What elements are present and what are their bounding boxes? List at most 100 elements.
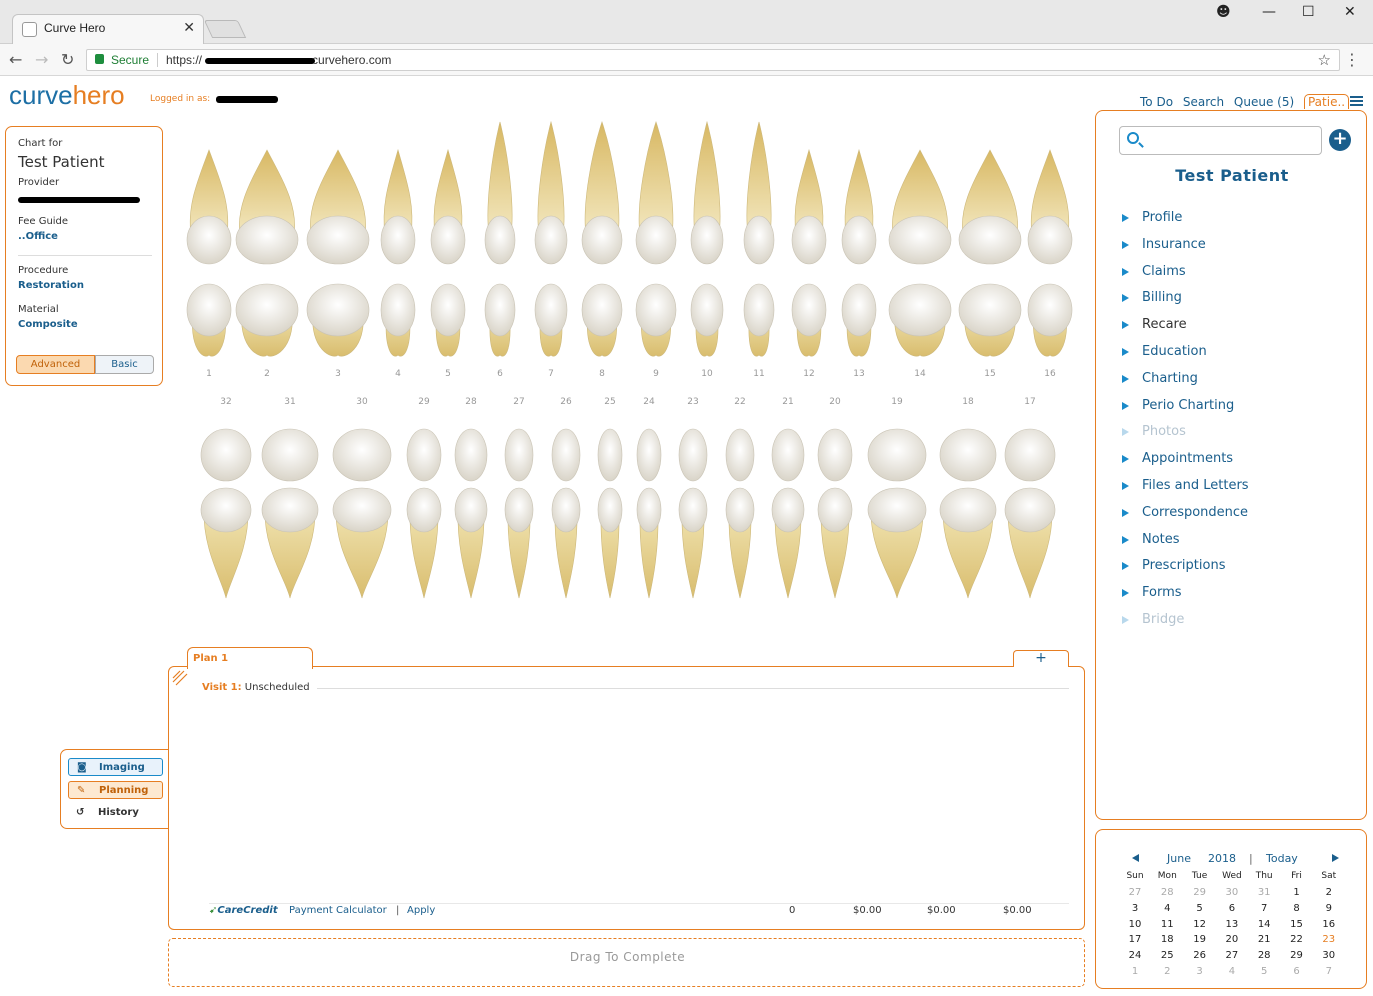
browser-tab[interactable]: Curve Hero ✕	[12, 14, 204, 44]
payment-calculator-link[interactable]: Payment Calculator	[289, 905, 387, 916]
nav-todo[interactable]: To Do	[1140, 95, 1173, 109]
apply-link[interactable]: Apply	[407, 905, 435, 916]
tooth-lower[interactable]	[551, 428, 581, 599]
calendar-day[interactable]: 1	[1120, 966, 1150, 977]
calendar-day[interactable]: 30	[1217, 887, 1247, 898]
tooth-upper[interactable]	[306, 149, 370, 357]
calendar-day[interactable]: 27	[1217, 950, 1247, 961]
calendar-day[interactable]: 6	[1217, 903, 1247, 914]
fee-guide-value[interactable]: ..Office	[18, 231, 58, 242]
window-close-icon[interactable]: ✕	[1344, 4, 1356, 20]
patient-menu-item[interactable]: Billing	[1120, 290, 1249, 317]
calendar-day[interactable]: 28	[1152, 887, 1182, 898]
app-logo[interactable]: curvehero	[9, 80, 125, 111]
patient-menu-item[interactable]: Perio Charting	[1120, 398, 1249, 425]
tooth-upper[interactable]	[581, 121, 623, 357]
patient-menu-item[interactable]: Insurance	[1120, 237, 1249, 264]
tooth-lower[interactable]	[406, 428, 442, 599]
imaging-tab[interactable]: ◙ Imaging	[68, 758, 163, 776]
tooth-lower[interactable]	[200, 428, 252, 599]
calendar-day[interactable]: 11	[1152, 919, 1182, 930]
calendar-day[interactable]: 21	[1249, 934, 1279, 945]
calendar-day[interactable]: 29	[1282, 950, 1312, 961]
calendar-day[interactable]: 24	[1120, 950, 1150, 961]
calendar-day[interactable]: 27	[1120, 887, 1150, 898]
patient-menu-item[interactable]: Notes	[1120, 532, 1249, 559]
calendar-day[interactable]: 29	[1185, 887, 1215, 898]
patient-menu-item[interactable]: Files and Letters	[1120, 478, 1249, 505]
tooth-lower[interactable]	[261, 428, 319, 599]
patient-menu-item[interactable]: Forms	[1120, 585, 1249, 612]
calendar-year[interactable]: 2018	[1208, 852, 1236, 865]
nav-patient[interactable]: Patie..	[1303, 94, 1350, 109]
calendar-day[interactable]: 17	[1120, 934, 1150, 945]
address-bar[interactable]: Secure https://curvehero.com ☆	[86, 49, 1340, 71]
procedure-value[interactable]: Restoration	[18, 280, 84, 291]
resize-grip-icon[interactable]	[172, 670, 188, 686]
calendar-day[interactable]: 25	[1152, 950, 1182, 961]
calendar-day[interactable]: 18	[1152, 934, 1182, 945]
calendar-day[interactable]: 3	[1185, 966, 1215, 977]
calendar-day[interactable]: 19	[1185, 934, 1215, 945]
tooth-lower[interactable]	[597, 428, 623, 599]
tooth-lower[interactable]	[332, 428, 392, 599]
add-plan-button[interactable]: +	[1013, 650, 1069, 667]
tooth-upper[interactable]	[235, 149, 299, 357]
calendar-day[interactable]: 28	[1249, 950, 1279, 961]
calendar-day[interactable]: 15	[1282, 919, 1312, 930]
advanced-button[interactable]: Advanced	[16, 355, 95, 374]
tooth-upper[interactable]	[186, 149, 232, 357]
tooth-upper[interactable]	[690, 120, 724, 357]
tooth-lower[interactable]	[504, 428, 534, 599]
calendar-day[interactable]: 2	[1314, 887, 1344, 898]
calendar-day[interactable]: 14	[1249, 919, 1279, 930]
visit-row[interactable]: Visit 1: Unscheduled	[202, 682, 310, 693]
planning-tab[interactable]: ✎ Planning	[68, 781, 163, 799]
nav-search[interactable]: Search	[1183, 95, 1224, 109]
maximize-icon[interactable]: ☐	[1302, 4, 1315, 20]
prev-month-icon[interactable]	[1132, 854, 1139, 862]
calendar-day[interactable]: 30	[1314, 950, 1344, 961]
profile-icon[interactable]: ☻	[1216, 4, 1231, 20]
calendar-day[interactable]: 5	[1185, 903, 1215, 914]
calendar-day[interactable]: 22	[1282, 934, 1312, 945]
minimize-icon[interactable]: —	[1262, 4, 1276, 20]
calendar-day[interactable]: 7	[1249, 903, 1279, 914]
tooth-lower[interactable]	[939, 428, 997, 599]
calendar-day[interactable]: 13	[1217, 919, 1247, 930]
close-tab-icon[interactable]: ✕	[183, 20, 195, 36]
calendar-day[interactable]: 4	[1152, 903, 1182, 914]
tooth-upper[interactable]	[635, 121, 677, 357]
plan-tab[interactable]: Plan 1	[187, 647, 313, 669]
tooth-lower[interactable]	[678, 428, 708, 599]
bookmark-star-icon[interactable]: ☆	[1318, 51, 1331, 69]
patient-menu-item[interactable]: Education	[1120, 344, 1249, 371]
tooth-upper[interactable]	[791, 148, 827, 357]
tooth-upper[interactable]	[743, 121, 775, 357]
next-month-icon[interactable]	[1332, 854, 1339, 862]
calendar-day[interactable]: 16	[1314, 919, 1344, 930]
history-tab[interactable]: ↺ History	[68, 804, 163, 822]
calendar-month[interactable]: June	[1167, 852, 1191, 865]
tooth-lower[interactable]	[725, 428, 755, 599]
add-patient-button[interactable]: +	[1329, 129, 1351, 151]
calendar-day[interactable]: 4	[1217, 966, 1247, 977]
calendar-day[interactable]: 1	[1282, 887, 1312, 898]
tooth-upper[interactable]	[1027, 149, 1073, 357]
patient-menu-item[interactable]: Appointments	[1120, 451, 1249, 478]
calendar-day[interactable]: 8	[1282, 903, 1312, 914]
patient-menu-item[interactable]: Recare	[1120, 317, 1249, 344]
tooth-lower[interactable]	[817, 428, 853, 599]
patient-menu-item[interactable]: Prescriptions	[1120, 558, 1249, 585]
calendar-day[interactable]: 31	[1249, 887, 1279, 898]
tooth-upper[interactable]	[380, 148, 416, 357]
calendar-day[interactable]: 26	[1185, 950, 1215, 961]
reload-icon[interactable]: ↻	[61, 50, 74, 69]
calendar-day[interactable]: 10	[1120, 919, 1150, 930]
new-tab-button[interactable]	[203, 20, 247, 38]
patient-search-input[interactable]	[1119, 126, 1322, 155]
basic-button[interactable]: Basic	[95, 355, 154, 374]
tooth-upper[interactable]	[430, 148, 466, 357]
drag-to-complete-zone[interactable]: Drag To Complete	[168, 938, 1085, 987]
tooth-lower[interactable]	[636, 428, 662, 599]
